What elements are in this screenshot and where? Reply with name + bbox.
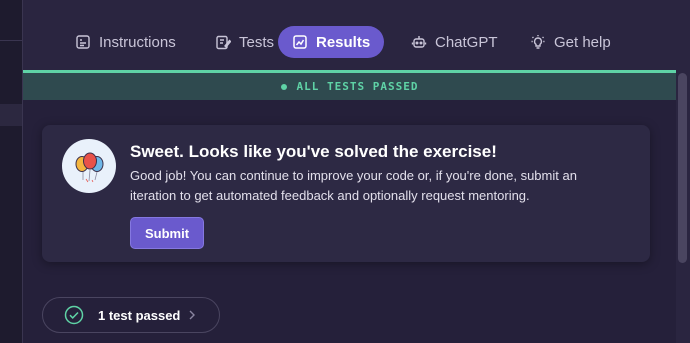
test-summary-toggle[interactable]: 1 test passed (42, 297, 220, 333)
tests-icon (216, 35, 231, 50)
balloons-icon (62, 139, 116, 193)
tab-instructions[interactable]: Instructions (61, 26, 190, 58)
editor-tab-divider (0, 40, 22, 41)
editor-line-highlight (0, 104, 22, 126)
result-description-line: Good job! You can continue to improve yo… (130, 168, 577, 183)
result-title: Sweet. Looks like you've solved the exer… (130, 142, 497, 161)
tab-get-help[interactable]: Get help (516, 26, 625, 58)
robot-icon (411, 36, 427, 48)
editor-pane (0, 0, 22, 343)
instructions-icon (76, 35, 90, 49)
chevron-right-icon (189, 310, 195, 320)
tab-label: Get help (554, 33, 611, 51)
result-description: Good job! You can continue to improve yo… (130, 166, 610, 206)
result-card: Sweet. Looks like you've solved the exer… (42, 125, 650, 262)
tab-results[interactable]: Results (278, 26, 385, 58)
lightbulb-icon (531, 35, 545, 49)
results-tabbar: Instructions Tests Results ChatGPT Get h… (23, 0, 690, 70)
status-banner: ALL TESTS PASSED (23, 70, 676, 100)
tab-tests[interactable]: Tests (201, 26, 288, 58)
tab-label: ChatGPT (435, 33, 498, 51)
tab-label: Results (316, 33, 371, 51)
test-summary-label: 1 test passed (98, 307, 181, 323)
result-description-line: iteration to get automated feedback and … (130, 188, 530, 203)
status-dot-icon (280, 83, 287, 90)
status-text: ALL TESTS PASSED (296, 80, 419, 93)
scrollbar-thumb[interactable] (678, 73, 687, 263)
check-circle-icon (64, 305, 84, 325)
results-icon (293, 35, 307, 49)
tab-label: Tests (239, 33, 275, 51)
tab-chatgpt[interactable]: ChatGPT (397, 26, 512, 58)
tab-label: Instructions (99, 33, 176, 51)
submit-button[interactable]: Submit (130, 217, 204, 249)
